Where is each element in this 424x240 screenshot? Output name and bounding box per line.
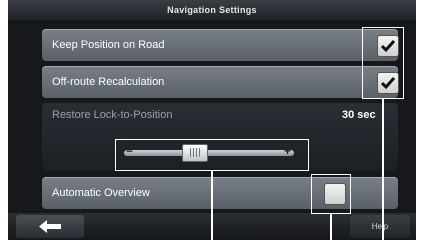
offroute-label: Off-route Recalculation bbox=[52, 76, 165, 88]
callout-line-overview-checkbox bbox=[330, 214, 332, 240]
restore-lock-value: 30 sec bbox=[342, 109, 376, 121]
callout-line-slider bbox=[211, 171, 213, 240]
keep-position-label: Keep Position on Road bbox=[52, 39, 165, 51]
callout-box-overview-checkbox bbox=[311, 174, 351, 214]
callout-box-checkboxes bbox=[362, 27, 404, 99]
back-button[interactable] bbox=[16, 215, 84, 238]
callout-line-checkboxes bbox=[382, 99, 384, 240]
arrow-left-icon bbox=[39, 220, 61, 233]
restore-lock-label: Restore Lock-to-Position bbox=[52, 109, 173, 121]
offroute-recalculation-row[interactable]: Off-route Recalculation bbox=[42, 66, 399, 98]
help-button[interactable]: Help bbox=[350, 215, 410, 238]
callout-box-slider bbox=[115, 139, 309, 171]
automatic-overview-label: Automatic Overview bbox=[52, 187, 150, 199]
keep-position-row[interactable]: Keep Position on Road bbox=[42, 29, 399, 61]
window-title: Navigation Settings bbox=[8, 0, 416, 20]
